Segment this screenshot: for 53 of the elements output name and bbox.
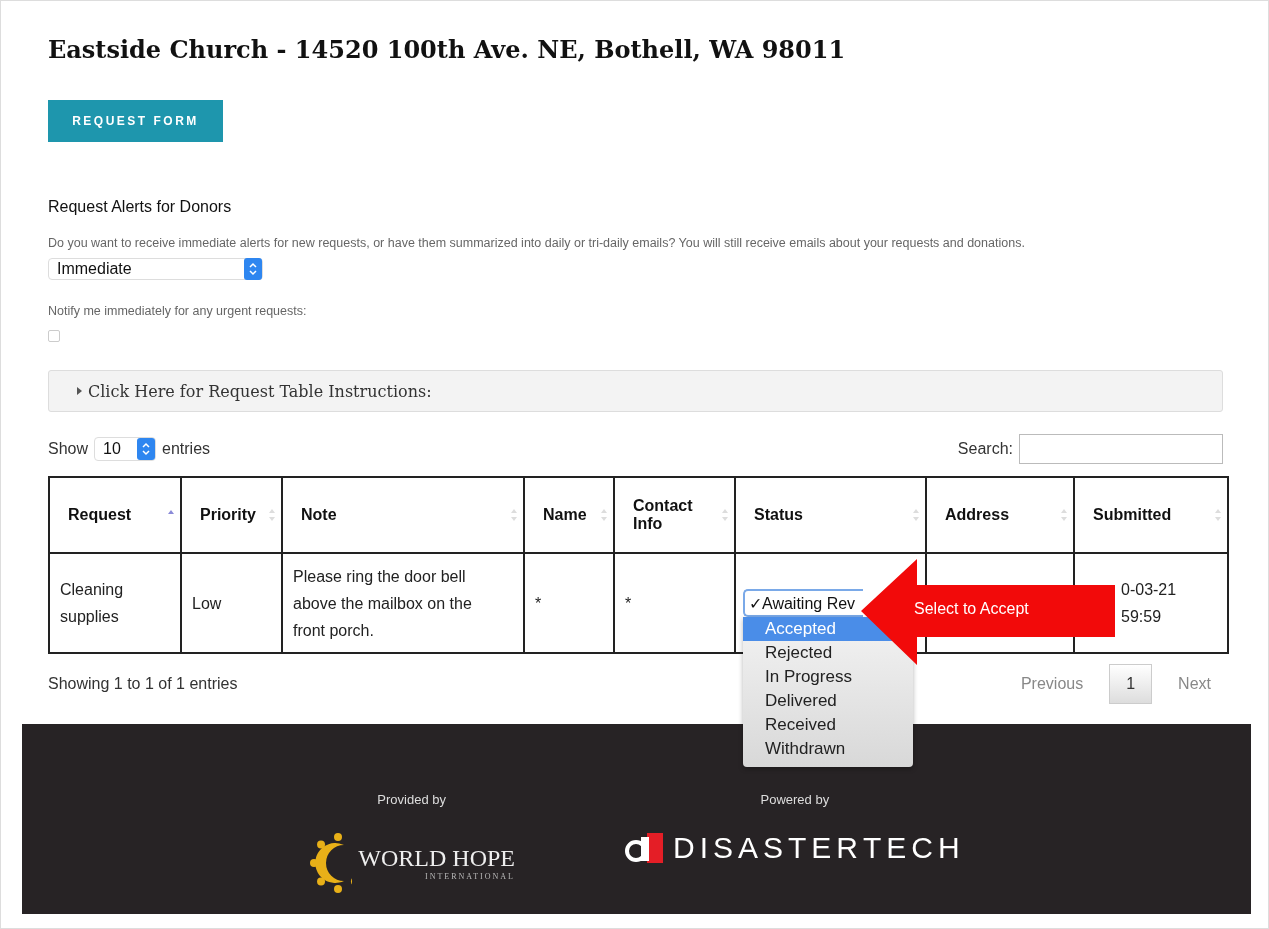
- sort-icon[interactable]: [912, 508, 920, 522]
- instructions-toggle[interactable]: Click Here for Request Table Instructions:: [48, 370, 1223, 412]
- sort-icon[interactable]: [721, 508, 729, 522]
- column-header[interactable]: Priority: [200, 506, 256, 524]
- status-option[interactable]: Received: [765, 715, 836, 735]
- provider-subtitle: INTERNATIONAL: [424, 872, 515, 881]
- page-link[interactable]: Next: [1166, 665, 1223, 703]
- column-header[interactable]: Submitted: [1093, 506, 1172, 524]
- provider-name: WORLD HOPE: [358, 845, 515, 872]
- table-cell: *: [535, 594, 542, 612]
- provided-label: Provided by: [377, 792, 446, 807]
- urgent-label: Notify me immediately for any urgent requests:: [48, 304, 308, 318]
- entries-select[interactable]: 10: [94, 437, 157, 461]
- sort-icon[interactable]: [1214, 508, 1222, 522]
- powered-label: Powered by: [760, 792, 830, 807]
- column-header[interactable]: Address: [945, 506, 1010, 524]
- table-cell: Low: [192, 594, 222, 612]
- status-option[interactable]: Withdrawn: [765, 739, 846, 759]
- frequency-select[interactable]: Immediate: [48, 258, 263, 280]
- page-title: Eastside Church - 14520 100th Ave. NE, Bothell, WA 98011: [48, 35, 847, 64]
- page-link[interactable]: Previous: [1008, 665, 1096, 703]
- select-arrows-icon: [137, 438, 156, 460]
- alerts-question: Do you want to receive immediate alerts for new requests, or have them summarized into daily or tri-daily emails? You will still receive emails about your requests and donations.: [48, 236, 1026, 250]
- table-cell: *: [625, 594, 632, 612]
- status-select[interactable]: ✓Awaiting Rev: [743, 589, 863, 617]
- table-cell: 59:59: [1121, 608, 1162, 625]
- table-cell: 0-03-21: [1121, 581, 1177, 598]
- table-cell: Cleaning supplies: [60, 581, 124, 625]
- table-cell: Please ring the door bell above the mailbox on the front porch.: [293, 567, 472, 639]
- table-info: Showing 1 to 1 of 1 entries: [48, 675, 238, 693]
- search-label: Search:: [957, 440, 1013, 458]
- sort-icon[interactable]: [510, 508, 518, 522]
- sun-logo-icon: [308, 831, 353, 895]
- powered-name: DISASTERTECH: [672, 831, 965, 865]
- status-option[interactable]: Delivered: [765, 691, 837, 711]
- select-arrows-icon: [244, 258, 262, 280]
- search-field[interactable]: [1019, 434, 1223, 464]
- show-label: Show: [48, 440, 89, 458]
- sort-icon[interactable]: [600, 508, 608, 522]
- callout-text: Select to Accept: [914, 600, 1029, 618]
- column-header[interactable]: Name: [543, 506, 587, 524]
- column-header[interactable]: Note: [301, 506, 337, 524]
- entries-label: entries: [162, 440, 211, 458]
- page-button[interactable]: 1: [1109, 664, 1153, 704]
- urgent-checkbox[interactable]: [48, 330, 60, 342]
- status-option[interactable]: In Progress: [765, 667, 852, 687]
- column-header[interactable]: Request: [68, 506, 132, 524]
- column-header[interactable]: Status: [754, 506, 803, 524]
- status-option[interactable]: Rejected: [765, 643, 833, 663]
- sort-icon[interactable]: [268, 508, 276, 522]
- section-heading: Request Alerts for Donors: [48, 198, 233, 216]
- caret-icon: [77, 387, 82, 395]
- sort-icon[interactable]: [1060, 508, 1068, 522]
